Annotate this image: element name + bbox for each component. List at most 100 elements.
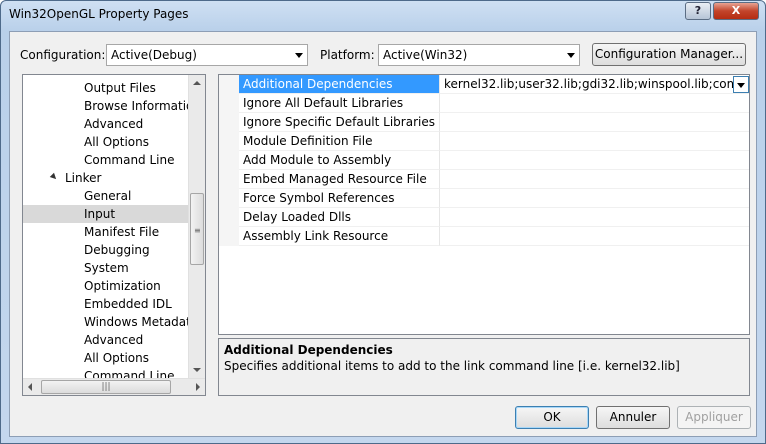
scroll-up-icon[interactable] xyxy=(193,81,201,85)
platform-dropdown[interactable]: Active(Win32) xyxy=(378,44,580,66)
configuration-manager-button[interactable]: Configuration Manager... xyxy=(592,43,746,66)
property-value[interactable] xyxy=(439,208,749,227)
configuration-value: Active(Debug) xyxy=(111,48,197,62)
tree-item-label: All Options xyxy=(84,135,149,149)
row-gutter xyxy=(219,94,239,113)
tree-item-label: System xyxy=(84,261,129,275)
apply-button[interactable]: Appliquer xyxy=(677,406,751,429)
title-bar[interactable]: Win32OpenGL Property Pages ? X xyxy=(1,1,765,31)
close-button[interactable]: X xyxy=(713,2,759,20)
expand-triangle-icon[interactable] xyxy=(49,172,59,182)
row-gutter xyxy=(219,75,239,94)
tree-item[interactable]: Command Line xyxy=(23,151,189,169)
property-name[interactable]: Delay Loaded Dlls xyxy=(239,208,439,227)
tree-item[interactable]: Linker xyxy=(23,169,189,187)
tree-item-label: Debugging xyxy=(84,243,150,257)
property-pages-window: Win32OpenGL Property Pages ? X Configura… xyxy=(0,0,766,444)
tree-list: Output Files Browse Information Advanced Al… xyxy=(23,79,189,385)
tree-item-label: Windows Metadata xyxy=(84,315,189,329)
row-gutter xyxy=(219,113,239,132)
property-value[interactable]: kernel32.lib;user32.lib;gdi32.lib;winspo… xyxy=(439,75,749,94)
scroll-left-icon[interactable] xyxy=(28,383,32,391)
property-row[interactable]: Embed Managed Resource File xyxy=(219,170,749,189)
tree-item[interactable]: Manifest File xyxy=(23,223,189,241)
chevron-down-icon xyxy=(737,83,745,88)
scroll-right-icon[interactable] xyxy=(196,383,200,391)
tree-item-label: Input xyxy=(84,207,116,221)
property-row[interactable]: Add Module to Assembly xyxy=(219,151,749,170)
property-value-text: kernel32.lib;user32.lib;gdi32.lib;winspo… xyxy=(444,77,749,91)
property-name[interactable]: Module Definition File xyxy=(239,132,439,151)
property-name[interactable]: Embed Managed Resource File xyxy=(239,170,439,189)
property-row[interactable]: Additional Dependencies kernel32.lib;user… xyxy=(219,75,749,94)
platform-label: Platform: xyxy=(320,48,375,62)
chevron-down-icon xyxy=(295,53,303,58)
help-button[interactable]: ? xyxy=(685,2,711,20)
tree-item-label: Linker xyxy=(65,171,102,185)
tree-item[interactable]: Advanced xyxy=(23,331,189,349)
tree-item-label: Output Files xyxy=(84,81,156,95)
tree-item-label: Advanced xyxy=(84,117,144,131)
property-name[interactable]: Ignore Specific Default Libraries xyxy=(239,113,439,132)
tree-item[interactable]: All Options xyxy=(23,349,189,367)
description-title: Additional Dependencies xyxy=(224,343,393,357)
property-value[interactable] xyxy=(439,151,749,170)
tree-item-label: All Options xyxy=(84,351,149,365)
tree-item[interactable]: All Options xyxy=(23,133,189,151)
row-gutter xyxy=(219,189,239,208)
configuration-label: Configuration: xyxy=(20,48,106,62)
tree-vertical-scrollbar[interactable]: ≡ xyxy=(188,75,205,378)
property-grid[interactable]: Additional Dependencies kernel32.lib;user… xyxy=(218,74,750,335)
tree-item[interactable]: Browse Information xyxy=(23,97,189,115)
property-row[interactable]: Ignore Specific Default Libraries xyxy=(219,113,749,132)
description-panel: Additional Dependencies Specifies additi… xyxy=(218,338,750,396)
platform-value: Active(Win32) xyxy=(383,48,468,62)
tree-item[interactable]: Advanced xyxy=(23,115,189,133)
row-gutter xyxy=(219,227,239,246)
property-name[interactable]: Force Symbol References xyxy=(239,189,439,208)
property-name[interactable]: Add Module to Assembly xyxy=(239,151,439,170)
tree-item[interactable]: Windows Metadata xyxy=(23,313,189,331)
tree-item[interactable]: System xyxy=(23,259,189,277)
property-row[interactable]: Module Definition File xyxy=(219,132,749,151)
row-gutter xyxy=(219,151,239,170)
property-row[interactable]: Delay Loaded Dlls xyxy=(219,208,749,227)
property-value[interactable] xyxy=(439,94,749,113)
description-text: Specifies additional items to add to the… xyxy=(224,359,680,373)
category-tree[interactable]: Output Files Browse Information Advanced Al… xyxy=(22,74,206,396)
tree-item[interactable]: Debugging xyxy=(23,241,189,259)
tree-item-label: Manifest File xyxy=(84,225,160,239)
value-dropdown-button[interactable] xyxy=(733,76,749,93)
chevron-down-icon xyxy=(567,53,575,58)
scroll-down-icon[interactable] xyxy=(193,368,201,372)
tree-item[interactable]: General xyxy=(23,187,189,205)
dialog-client: Configuration: Active(Debug) Platform: A… xyxy=(9,31,757,437)
cancel-button[interactable]: Annuler xyxy=(596,406,670,429)
scroll-thumb[interactable]: ≡ xyxy=(190,193,204,265)
tree-item[interactable]: Input xyxy=(23,205,189,223)
tree-item-label: Command Line xyxy=(84,153,175,167)
property-row[interactable]: Ignore All Default Libraries xyxy=(219,94,749,113)
tree-item[interactable]: Optimization xyxy=(23,277,189,295)
property-name[interactable]: Ignore All Default Libraries xyxy=(239,94,439,113)
tree-item[interactable]: Output Files xyxy=(23,79,189,97)
property-value[interactable] xyxy=(439,113,749,132)
row-gutter xyxy=(219,170,239,189)
property-name[interactable]: Additional Dependencies xyxy=(239,75,439,94)
row-gutter xyxy=(219,132,239,151)
tree-item[interactable]: Embedded IDL xyxy=(23,295,189,313)
window-title: Win32OpenGL Property Pages xyxy=(9,7,189,21)
scroll-thumb[interactable]: ||| xyxy=(41,380,171,394)
property-value[interactable] xyxy=(439,227,749,246)
property-row[interactable]: Assembly Link Resource xyxy=(219,227,749,246)
property-row[interactable]: Force Symbol References xyxy=(219,189,749,208)
tree-item-label: Advanced xyxy=(84,333,144,347)
tree-item-label: Browse Information xyxy=(84,99,189,113)
property-value[interactable] xyxy=(439,170,749,189)
configuration-dropdown[interactable]: Active(Debug) xyxy=(106,44,308,66)
property-value[interactable] xyxy=(439,132,749,151)
tree-horizontal-scrollbar[interactable]: ||| xyxy=(23,378,205,395)
property-value[interactable] xyxy=(439,189,749,208)
ok-button[interactable]: OK xyxy=(515,406,589,429)
property-name[interactable]: Assembly Link Resource xyxy=(239,227,439,246)
